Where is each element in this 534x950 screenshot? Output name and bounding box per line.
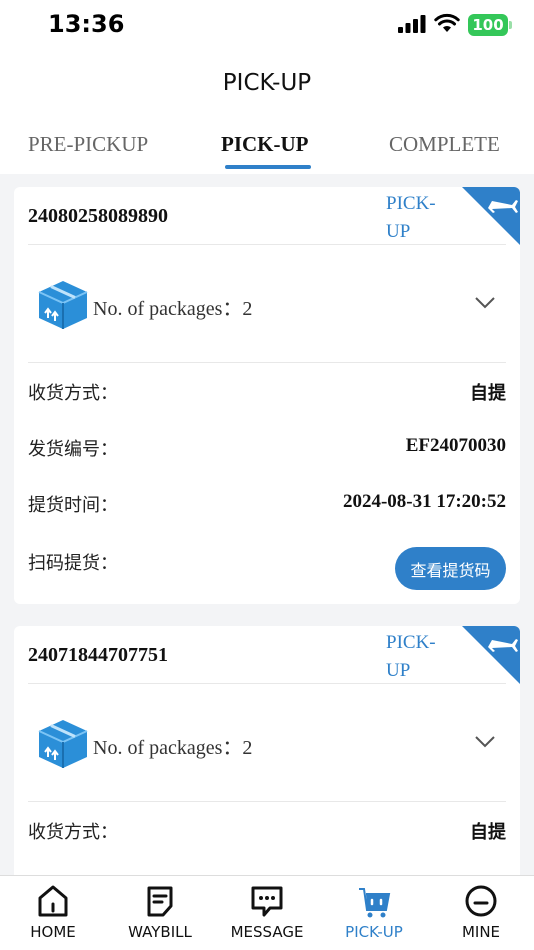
view-pickup-code-button[interactable]: 查看提货码 [395,547,506,590]
battery-indicator: 100 [468,14,512,36]
shipment-number-label: 发货编号： [28,439,118,460]
order-card[interactable]: 24080258089890 PICK-UP No. of packages：2… [14,187,520,604]
nav-header: PICK-UP [0,50,534,118]
pickup-time-row: 提货时间： 2024-08-31 17:20:52 [28,491,506,521]
package-box-icon [38,720,88,768]
waybill-icon [147,886,173,917]
pickup-time-label: 提货时间： [28,495,118,516]
packages-count: 2 [242,298,253,320]
bottom-tab-bar: HOME WAYBILL MESSAGE PICK-UP MINE [0,875,534,950]
battery-level: 100 [472,16,504,34]
cart-icon [359,888,391,918]
tab-pre-pickup[interactable]: PRE-PICKUP [28,132,148,157]
packages-label: No. of packages：2 [93,298,253,320]
nav-pick-up-label: PICK-UP [345,923,403,941]
scan-pickup-label: 扫码提货： [28,553,118,574]
order-status: PICK-UP [386,193,436,242]
packages-label: No. of packages：2 [93,737,253,759]
packages-row[interactable]: No. of packages：2 [14,246,520,362]
nav-mine-label: MINE [461,923,501,941]
nav-waybill[interactable]: WAYBILL [107,876,213,950]
nav-home[interactable]: HOME [0,876,106,950]
mine-icon [465,885,497,917]
airplane-icon [462,626,520,684]
nav-mine[interactable]: MINE [428,876,534,950]
nav-message[interactable]: MESSAGE [214,876,320,950]
chevron-down-icon[interactable] [474,296,496,310]
status-bar: 13:36 100 [0,0,534,50]
divider [28,244,506,245]
tab-complete[interactable]: COMPLETE [389,132,500,157]
delivery-method-label: 收货方式： [28,383,118,404]
order-number: 24080258089890 [28,205,168,227]
divider [28,801,506,802]
nav-home-label: HOME [30,923,76,941]
delivery-method-value: 自提 [470,822,506,843]
order-status: PICK-UP [386,632,436,681]
page-title: PICK-UP [222,70,312,96]
delivery-method-value: 自提 [470,383,506,404]
divider [28,362,506,363]
chevron-down-icon[interactable] [474,735,496,749]
packages-row[interactable]: No. of packages：2 [14,685,520,801]
shipment-number-value: EF24070030 [405,435,506,456]
nav-waybill-label: WAYBILL [128,923,192,941]
order-card[interactable]: 24071844707751 PICK-UP No. of packages：2… [14,626,520,886]
delivery-method-label: 收货方式： [28,822,118,843]
cellular-signal-icon [398,15,426,33]
delivery-method-row: 收货方式： 自提 [28,379,506,409]
active-tab-indicator [225,165,311,169]
home-icon [38,885,68,917]
delivery-method-row: 收货方式： 自提 [28,818,506,848]
message-icon [251,886,283,917]
shipment-number-row: 发货编号： EF24070030 [28,435,506,465]
package-box-icon [38,281,88,329]
wifi-icon [434,13,460,32]
packages-count: 2 [242,737,253,759]
tab-pick-up[interactable]: PICK-UP [221,132,309,157]
status-time: 13:36 [48,10,125,38]
pickup-time-value: 2024-08-31 17:20:52 [342,491,506,512]
order-number: 24071844707751 [28,644,168,666]
status-tabs: PRE-PICKUP PICK-UP COMPLETE [0,118,534,174]
nav-pick-up[interactable]: PICK-UP [321,876,427,950]
airplane-icon [462,187,520,245]
divider [28,683,506,684]
nav-message-label: MESSAGE [230,923,304,941]
